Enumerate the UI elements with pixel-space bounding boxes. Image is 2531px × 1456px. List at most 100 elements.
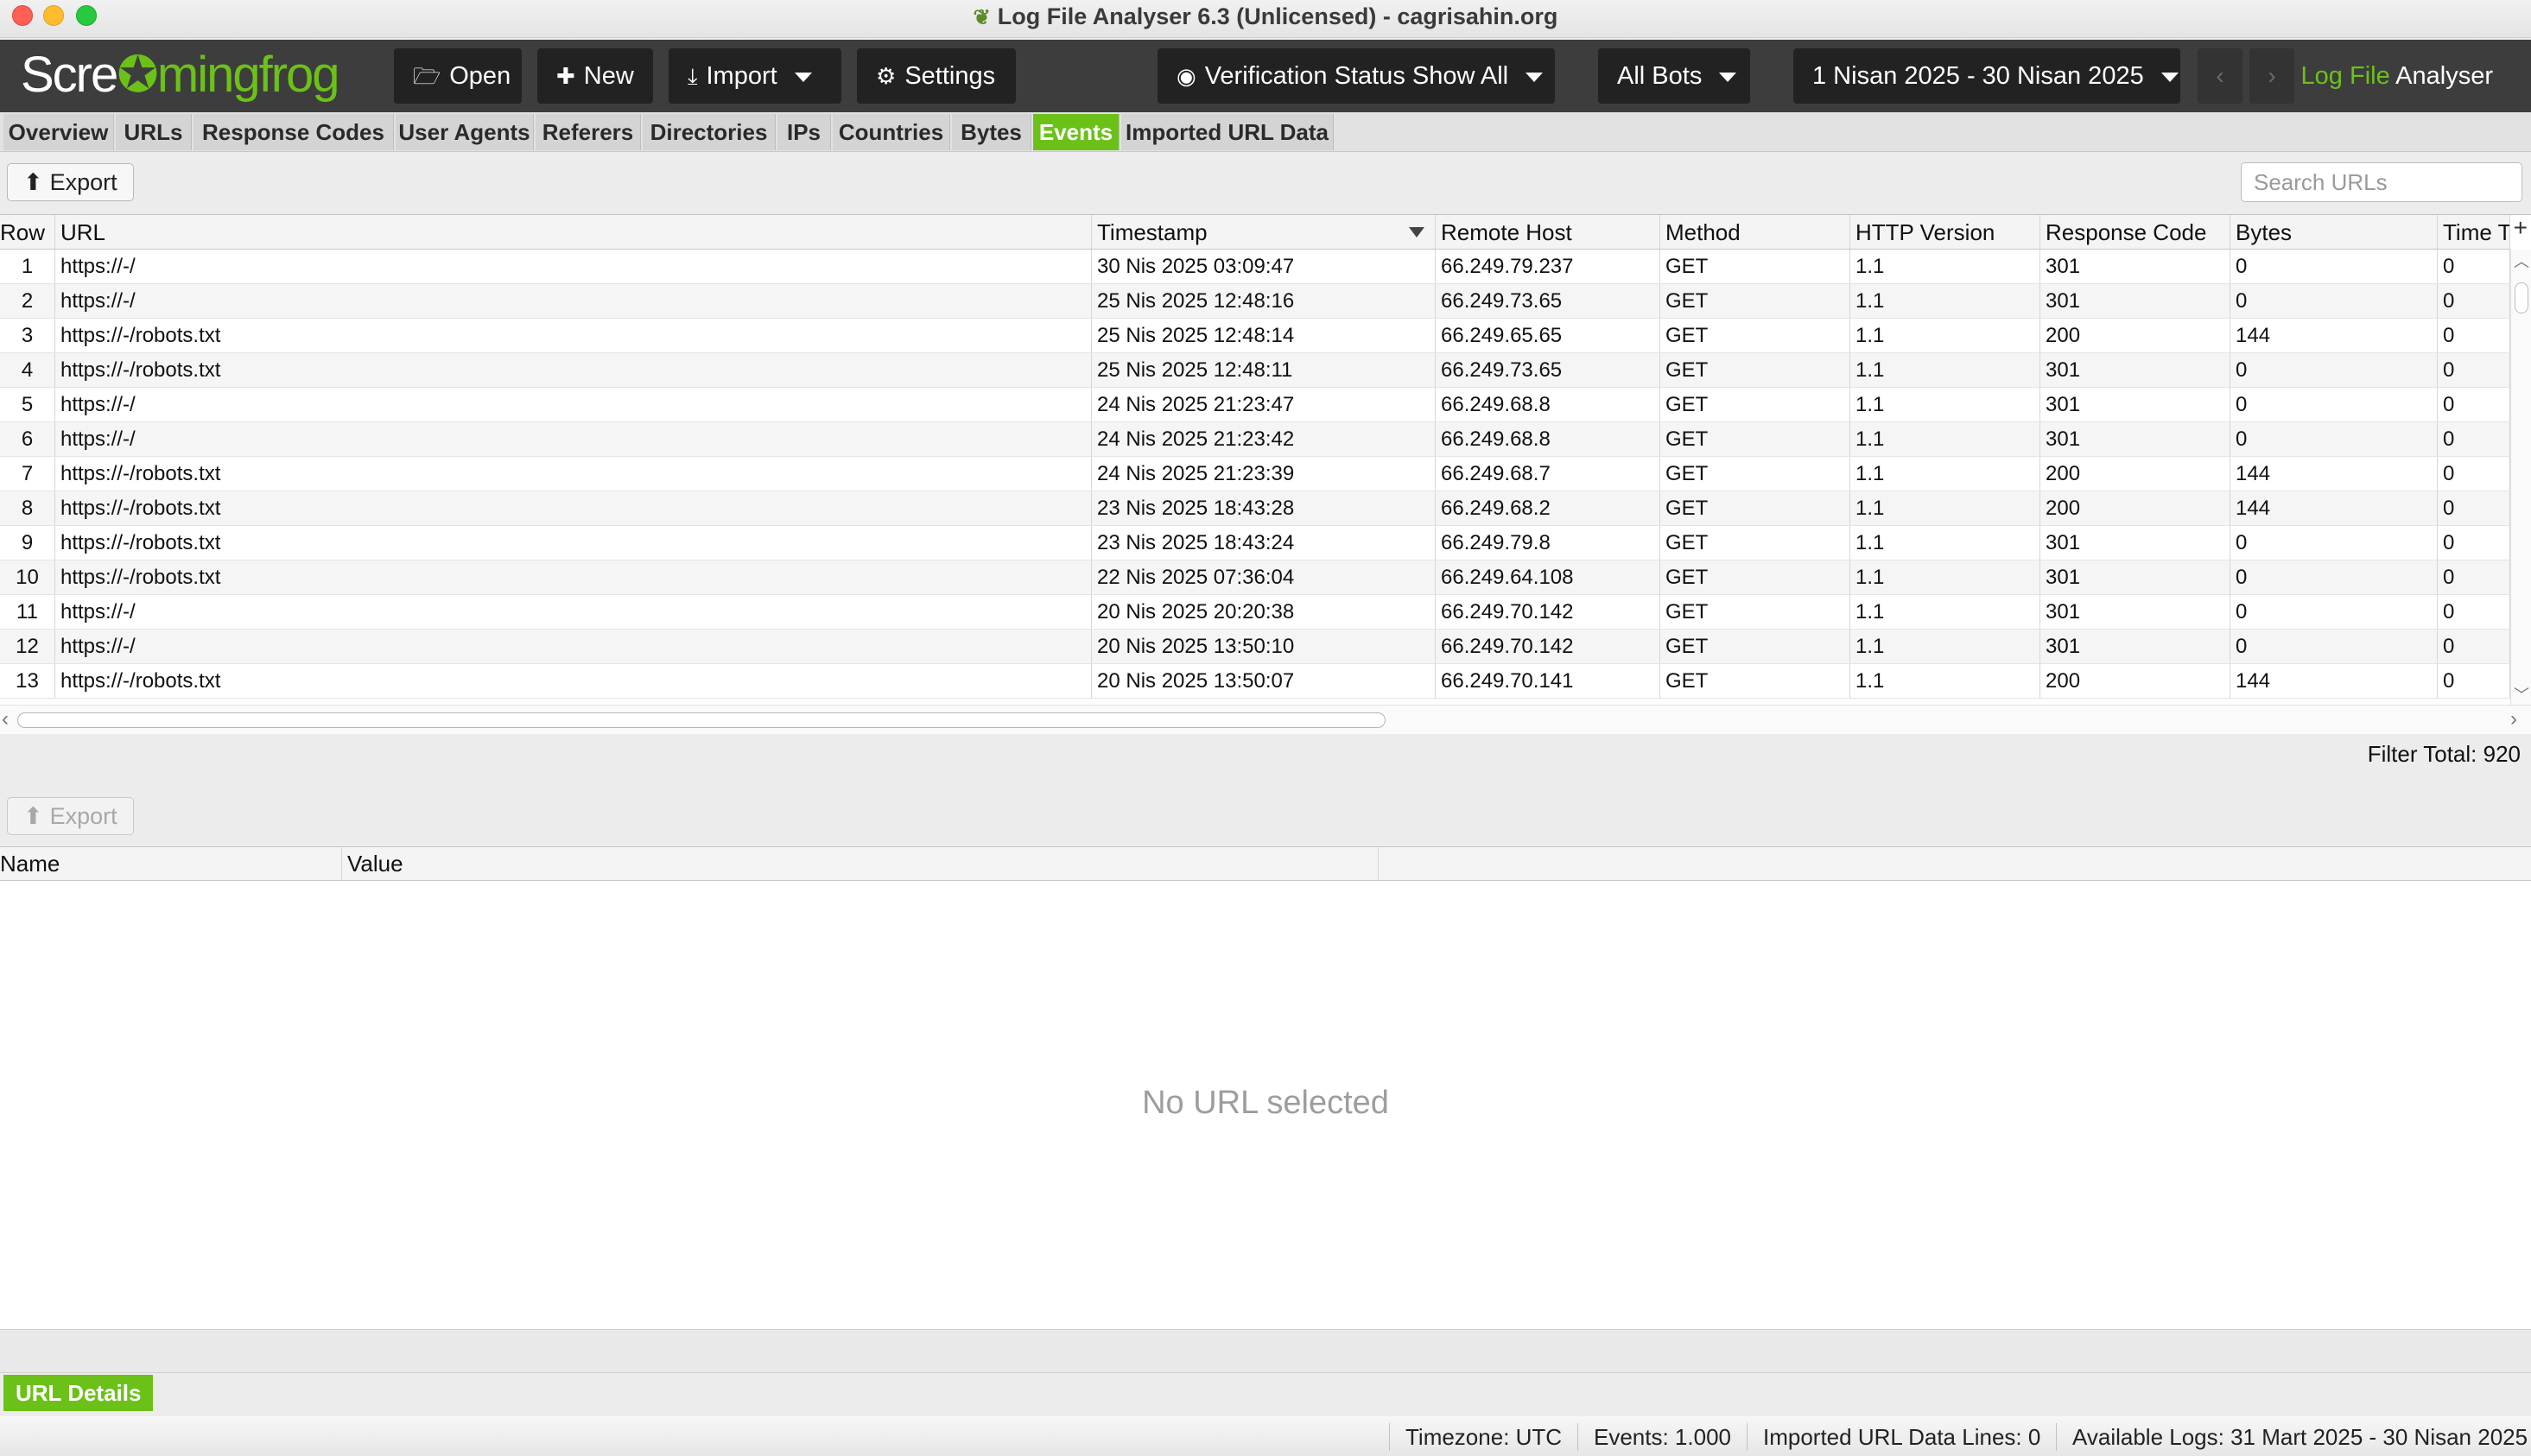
add-column-button[interactable]: + [2514,215,2528,241]
cell-time-taken: 0 [2438,630,2510,663]
horizontal-scrollbar[interactable]: ‹ › [0,705,2531,734]
cell-remote-host: 66.249.65.65 [1436,319,1660,352]
cell-url: https://-/robots.txt [55,457,1092,491]
cell-row: 12 [0,630,55,663]
cell-row: 8 [0,491,55,525]
cell-time-taken: 0 [2438,250,2510,283]
cell-bytes: 0 [2230,595,2438,629]
verification-label: Verification Status Show All [1204,62,1509,90]
column-header-http-version[interactable]: HTTP Version [1850,215,2040,249]
scroll-right-icon[interactable]: › [2510,707,2517,731]
upload-icon: ⬆ [23,803,43,829]
table-row[interactable]: 12 https://-/20 Nis 2025 13:50:10 66.249.7… [0,630,2510,664]
export-button[interactable]: ⬆ Export [7,163,134,201]
scroll-left-icon[interactable]: ‹ [2,707,9,731]
status-events: Events: 1.000 [1577,1423,1731,1451]
open-label: Open [449,62,511,90]
tab-events[interactable]: Events [1033,114,1120,150]
search-urls-input[interactable] [2241,162,2522,202]
bots-dropdown[interactable]: All Bots [1598,48,1750,104]
next-range-button[interactable]: › [2249,48,2294,104]
previous-range-button[interactable]: ‹ [2198,48,2242,104]
caret-down-icon [1526,72,1544,82]
new-button[interactable]: ✚ New [537,48,653,104]
date-range-dropdown[interactable]: 1 Nisan 2025 - 30 Nisan 2025 [1793,48,2180,104]
table-row[interactable]: 13 https://-/robots.txt 20 Nis 2025 13:50:… [0,664,2510,699]
cell-remote-host: 66.249.79.8 [1436,526,1660,560]
table-row[interactable]: 10 https://-/robots.txt 22 Nis 2025 07:36:… [0,560,2510,595]
vertical-scrollbar[interactable]: ︿ ﹀ [2510,250,2531,705]
column-header-url[interactable]: URL [55,215,1092,249]
import-button[interactable]: ⤓ Import [669,48,841,104]
column-header-response-code[interactable]: Response Code [2040,215,2230,249]
column-header-time-taken[interactable]: Time T [2438,215,2510,249]
tab-referers[interactable]: Referers [536,114,641,150]
cell-time-taken: 0 [2438,560,2510,594]
cell-response-code: 200 [2040,664,2230,698]
cell-http-version: 1.1 [1850,353,2040,387]
plus-icon: ✚ [556,63,575,89]
tab-response-codes[interactable]: Response Codes [193,114,394,150]
table-row[interactable]: 8 https://-/robots.txt 23 Nis 2025 18:43:2… [0,491,2510,526]
table-row[interactable]: 11 https://-/20 Nis 2025 20:20:38 66.249.7… [0,595,2510,630]
table-row[interactable]: 3 https://-/robots.txt 25 Nis 2025 12:48:1… [0,319,2510,353]
cell-timestamp: 25 Nis 2025 12:48:14 [1092,319,1436,352]
cell-timestamp: 20 Nis 2025 20:20:38 [1092,595,1436,629]
frog-icon: ❦ [973,6,991,29]
cell-timestamp: 30 Nis 2025 03:09:47 [1092,250,1436,283]
brand-white-text: Analyser [2395,62,2493,90]
cell-timestamp: 25 Nis 2025 12:48:11 [1092,353,1436,387]
open-button[interactable]: 🗁 Open [394,48,522,104]
cell-method: GET [1660,560,1850,594]
cell-time-taken: 0 [2438,319,2510,352]
cell-response-code: 200 [2040,491,2230,525]
horizontal-scroll-thumb[interactable] [17,712,1386,728]
column-header-value[interactable]: Value [342,847,1379,880]
column-header-row[interactable]: Row [0,215,55,249]
cell-row: 5 [0,388,55,421]
cell-response-code: 301 [2040,560,2230,594]
tab-countries[interactable]: Countries [833,114,950,150]
column-header-bytes[interactable]: Bytes [2230,215,2438,249]
vertical-scroll-thumb[interactable] [2515,282,2528,313]
column-header-name[interactable]: Name [0,847,342,880]
import-label: Import [706,62,777,90]
column-header-timestamp[interactable]: Timestamp [1092,215,1436,249]
settings-button[interactable]: ⚙ Settings [857,48,1016,104]
bots-label: All Bots [1617,62,1703,90]
column-header-method[interactable]: Method [1660,215,1850,249]
tab-bytes[interactable]: Bytes [952,114,1031,150]
tab-urls[interactable]: URLs [116,114,192,150]
logo-text-end: mingfrog [156,47,340,103]
table-row[interactable]: 5 https://-/24 Nis 2025 21:23:47 66.249.68… [0,388,2510,422]
scroll-up-icon[interactable]: ︿ [2511,250,2531,272]
details-export-button[interactable]: ⬆ Export [7,797,134,835]
cell-time-taken: 0 [2438,595,2510,629]
cell-row: 4 [0,353,55,387]
table-row[interactable]: 7 https://-/robots.txt 24 Nis 2025 21:23:3… [0,457,2510,491]
scroll-down-icon[interactable]: ﹀ [2511,683,2531,705]
cell-http-version: 1.1 [1850,388,2040,421]
tab-imported-url-data[interactable]: Imported URL Data [1121,114,1334,150]
cell-url: https://-/ [55,388,1092,421]
cell-http-version: 1.1 [1850,560,2040,594]
verification-status-dropdown[interactable]: ◉ Verification Status Show All [1158,48,1555,104]
no-url-selected-message: No URL selected [1142,1085,1389,1121]
tab-url-details[interactable]: URL Details [3,1375,154,1411]
tab-overview[interactable]: Overview [3,114,114,150]
status-imported-lines: Imported URL Data Lines: 0 [1747,1423,2040,1451]
table-row[interactable]: 2 https://-/25 Nis 2025 12:48:16 66.249.73… [0,284,2510,319]
table-row[interactable]: 4 https://-/robots.txt 25 Nis 2025 12:48:1… [0,353,2510,388]
cell-http-version: 1.1 [1850,664,2040,698]
table-row[interactable]: 6 https://-/24 Nis 2025 21:23:42 66.249.68… [0,422,2510,457]
table-row[interactable]: 9 https://-/robots.txt 23 Nis 2025 18:43:2… [0,526,2510,560]
tab-user-agents[interactable]: User Agents [396,114,534,150]
tab-ips[interactable]: IPs [777,114,831,150]
table-row[interactable]: 1 https://-/30 Nis 2025 03:09:47 66.249.79… [0,250,2510,284]
column-header-remote-host[interactable]: Remote Host [1436,215,1660,249]
cell-remote-host: 66.249.68.7 [1436,457,1660,491]
cell-http-version: 1.1 [1850,422,2040,456]
cell-row: 11 [0,595,55,629]
tab-directories[interactable]: Directories [643,114,776,150]
cell-http-version: 1.1 [1850,630,2040,663]
